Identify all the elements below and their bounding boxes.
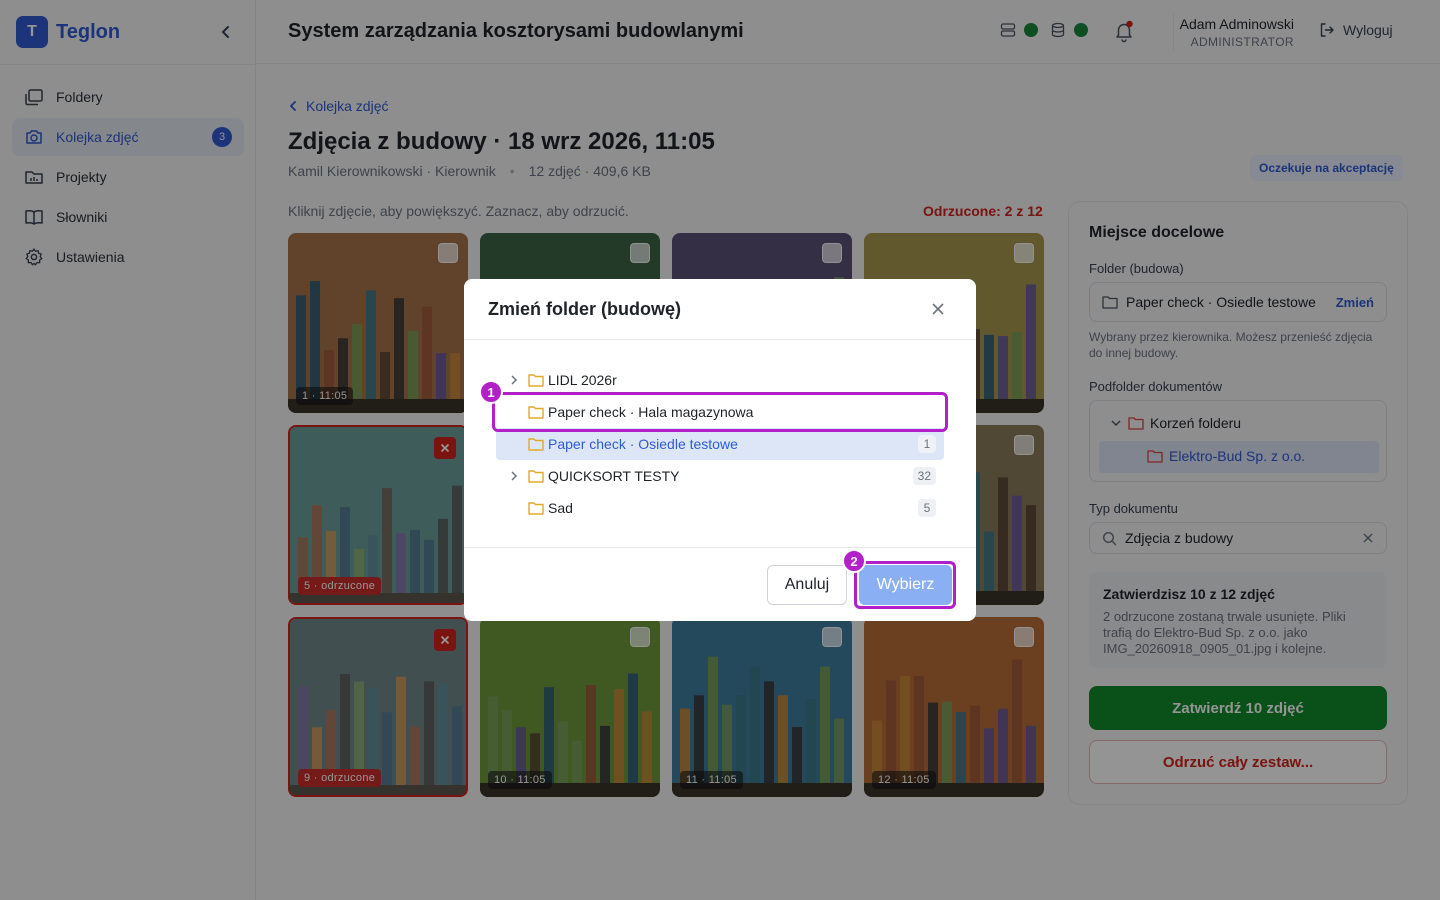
folder-icon [528,438,544,451]
folder-option-label: QUICKSORT TESTY [548,468,680,484]
folder-option[interactable]: QUICKSORT TESTY 32 [496,460,944,492]
folder-count-badge: 1 [918,435,936,453]
folder-count-badge: 5 [918,499,936,517]
folder-option[interactable]: Sad 5 [496,492,944,524]
folder-icon [528,374,544,387]
close-dialog-button[interactable] [928,299,948,319]
folder-icon [528,470,544,483]
dialog-title: Zmień folder (budowę) [488,299,681,319]
folder-option[interactable]: Paper check · Osiedle testowe 1 [496,428,944,460]
chevron-right-icon[interactable] [508,374,520,386]
annotation-marker-1: 1 [479,380,503,404]
folder-option-label: Paper check · Osiedle testowe [548,436,738,452]
close-icon [932,303,944,315]
folder-option-label: LIDL 2026r [548,372,617,388]
annotation-highlight-1 [492,392,948,432]
folder-count-badge: 32 [912,467,936,485]
folder-option-label: Sad [548,500,573,516]
folder-icon [528,502,544,515]
dialog-divider [464,547,976,548]
cancel-button[interactable]: Anuluj [767,565,847,605]
annotation-highlight-2 [854,561,956,609]
annotation-marker-2: 2 [842,549,866,573]
chevron-right-icon[interactable] [508,470,520,482]
dialog-divider [464,339,976,340]
